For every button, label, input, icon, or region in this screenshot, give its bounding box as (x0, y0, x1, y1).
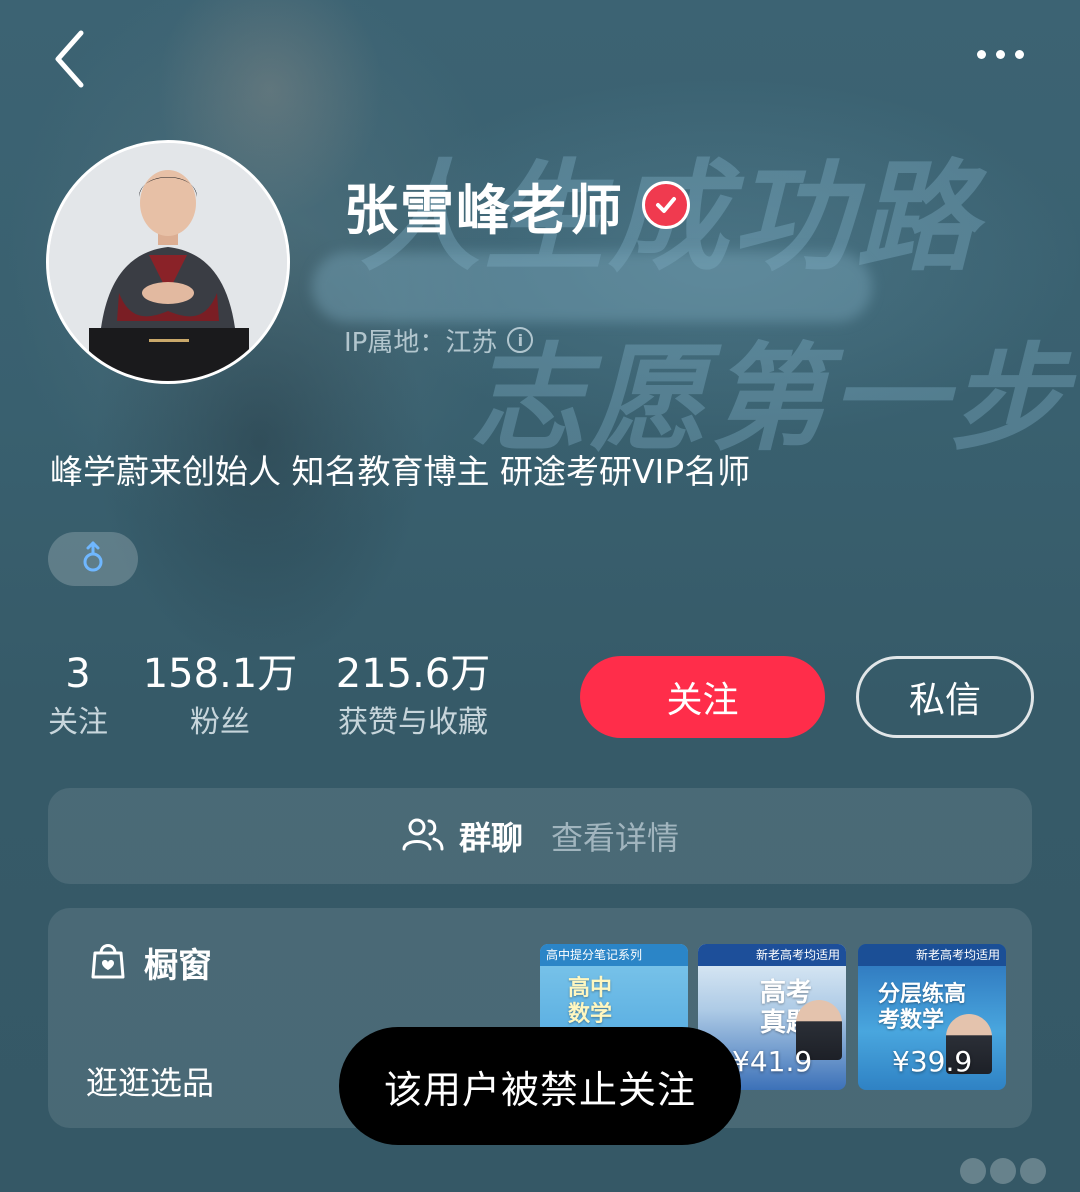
profile-name: 张雪峰老师 (344, 178, 624, 242)
product-card[interactable]: 新老高考均适用 分层练高考数学 ¥39.9 (858, 944, 1006, 1090)
product-tag: 新老高考均适用 (858, 944, 1006, 966)
group-chat-details-link[interactable]: 查看详情 (551, 813, 679, 859)
ip-location: IP属地：江苏 i (344, 320, 534, 360)
avatar[interactable] (46, 140, 290, 384)
message-button[interactable]: 私信 (856, 656, 1034, 738)
follow-button[interactable]: 关注 (580, 656, 825, 738)
group-users-icon (401, 816, 445, 856)
more-dot (1014, 49, 1024, 59)
watermark-dot (990, 1158, 1016, 1184)
male-icon (80, 540, 106, 578)
watermark-dot (1020, 1158, 1046, 1184)
more-dots-icon (976, 49, 986, 59)
showcase-header: 橱窗 (90, 938, 212, 987)
showcase-subtitle[interactable]: 逛逛选品 (86, 1058, 214, 1104)
redacted-id (312, 252, 872, 322)
info-icon[interactable]: i (507, 327, 534, 353)
stat-followers[interactable]: 158.1万 粉丝 (140, 648, 300, 746)
back-button[interactable] (40, 28, 100, 94)
watermark-dot (960, 1158, 986, 1184)
more-button[interactable] (960, 32, 1040, 76)
profile-bio: 峰学蔚来创始人 知名教育博主 研途考研VIP名师 (50, 452, 751, 491)
product-tag: 新老高考均适用 (698, 944, 846, 966)
watermark (960, 1158, 1046, 1184)
toast-message: 该用户被禁止关注 (339, 1027, 741, 1145)
name-row: 张雪峰老师 (344, 165, 690, 245)
avatar-portrait-icon (49, 143, 287, 381)
group-chat-card[interactable]: 群聊 查看详情 (48, 788, 1032, 884)
stat-value: 3 (65, 651, 91, 697)
showcase-title: 橱窗 (144, 946, 212, 986)
stat-value: 215.6万 (335, 651, 491, 697)
verified-check-icon (642, 181, 690, 229)
gender-tag (48, 532, 138, 586)
stat-label: 获赞与收藏 (338, 705, 488, 740)
stat-following[interactable]: 3 关注 (40, 648, 116, 746)
stat-likes[interactable]: 215.6万 获赞与收藏 (322, 648, 504, 746)
stat-label: 关注 (48, 705, 108, 740)
shopping-bag-icon (90, 941, 126, 985)
ip-location-text: IP属地：江苏 (344, 327, 498, 358)
product-price: ¥41.9 (732, 1045, 813, 1078)
group-chat-title: 群聊 (458, 819, 523, 857)
more-dot (995, 49, 1005, 59)
profile-page: 人生成功路 志愿第一步 张雪峰老师 (0, 0, 1080, 1192)
stat-label: 粉丝 (190, 705, 250, 740)
chevron-left-icon (53, 29, 87, 93)
stat-value: 158.1万 (142, 651, 298, 697)
product-price: ¥39.9 (892, 1045, 973, 1078)
product-tag: 高中提分笔记系列 (540, 944, 688, 966)
